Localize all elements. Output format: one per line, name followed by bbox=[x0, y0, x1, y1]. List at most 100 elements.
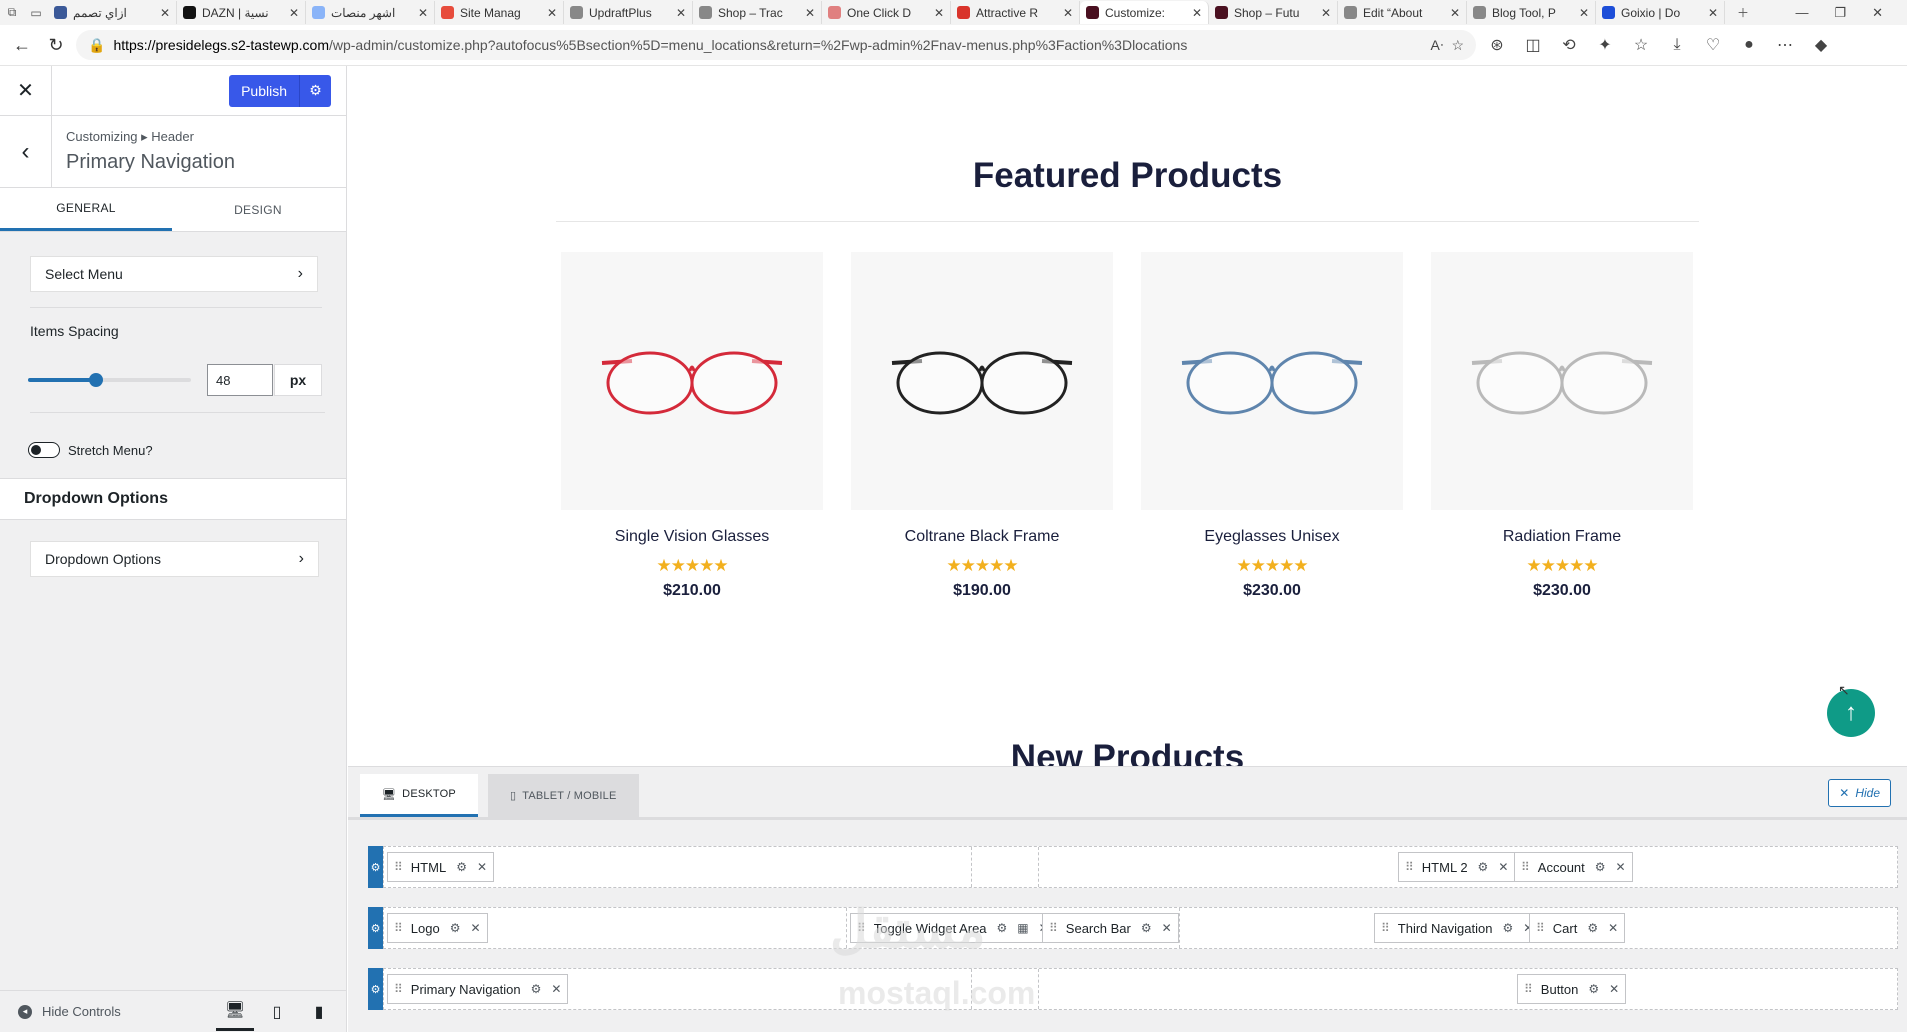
workspaces-icon[interactable]: ⧉ bbox=[0, 1, 24, 25]
close-icon[interactable]: ✕ bbox=[1162, 921, 1172, 935]
health-icon[interactable]: ♡ bbox=[1698, 31, 1728, 59]
copilot-icon[interactable]: ◆ bbox=[1806, 31, 1836, 59]
browser-tab[interactable]: اشهر منصات ✕ bbox=[306, 1, 435, 24]
row-settings-gear-icon[interactable]: ⚙ bbox=[368, 846, 383, 888]
tab-general[interactable]: GENERAL bbox=[0, 188, 172, 231]
slider-handle[interactable] bbox=[89, 373, 104, 387]
minimize-icon[interactable]: — bbox=[1795, 5, 1808, 21]
tablet-preview-icon[interactable]: ▯ bbox=[258, 993, 296, 1031]
builder-item-logo[interactable]: ⠿ Logo ⚙ ✕ bbox=[387, 913, 488, 943]
gear-icon[interactable]: ⚙ bbox=[531, 982, 542, 996]
tab-actions-icon[interactable]: ▭ bbox=[24, 1, 48, 25]
browser-tab[interactable]: Shop – Trac ✕ bbox=[693, 1, 822, 24]
extension-icon[interactable]: ⊛ bbox=[1482, 31, 1512, 59]
items-spacing-slider[interactable] bbox=[28, 373, 191, 387]
tab-close-icon[interactable]: ✕ bbox=[1579, 6, 1589, 20]
tab-close-icon[interactable]: ✕ bbox=[160, 6, 170, 20]
tab-close-icon[interactable]: ✕ bbox=[805, 6, 815, 20]
browser-tab[interactable]: One Click D ✕ bbox=[822, 1, 951, 24]
widgets-icon[interactable]: ▦ bbox=[1017, 921, 1028, 935]
product-name[interactable]: Eyeglasses Unisex bbox=[1141, 528, 1403, 546]
tab-close-icon[interactable]: ✕ bbox=[1063, 6, 1073, 20]
product-image[interactable] bbox=[1141, 252, 1403, 510]
browser-tab[interactable]: DAZN | نسية ✕ bbox=[177, 1, 306, 24]
tab-tablet-mobile[interactable]: ▯ TABLET / MOBILE bbox=[487, 774, 639, 817]
close-icon[interactable]: ✕ bbox=[1616, 860, 1626, 874]
gear-icon[interactable]: ⚙ bbox=[1502, 921, 1513, 935]
items-spacing-input[interactable]: 48 bbox=[207, 364, 273, 396]
browser-tab[interactable]: Attractive R ✕ bbox=[951, 1, 1080, 24]
tab-close-icon[interactable]: ✕ bbox=[676, 6, 686, 20]
gear-icon[interactable]: ⚙ bbox=[1478, 860, 1489, 874]
browser-tab[interactable]: ازاي تصمم ✕ bbox=[48, 1, 177, 24]
more-menu-icon[interactable]: ⋯ bbox=[1770, 31, 1800, 59]
drag-handle-icon[interactable]: ⠿ bbox=[1381, 921, 1390, 935]
gear-icon[interactable]: ⚙ bbox=[1141, 921, 1152, 935]
close-icon[interactable]: ✕ bbox=[1609, 982, 1619, 996]
items-spacing-unit[interactable]: px bbox=[274, 364, 322, 396]
builder-item-search-bar[interactable]: ⠿ Search Bar ⚙ ✕ bbox=[1042, 913, 1179, 943]
publish-button[interactable]: Publish ⚙ bbox=[229, 74, 331, 107]
refresh-icon[interactable]: ↻ bbox=[42, 31, 70, 59]
drag-handle-icon[interactable]: ⠿ bbox=[394, 860, 403, 874]
browser-tab[interactable]: Goixio | Do ✕ bbox=[1596, 1, 1725, 24]
drag-handle-icon[interactable]: ⠿ bbox=[1536, 921, 1545, 935]
tab-design[interactable]: DESIGN bbox=[172, 188, 344, 231]
gear-icon[interactable]: ⚙ bbox=[456, 860, 467, 874]
slot-center[interactable] bbox=[972, 969, 1039, 1009]
tab-close-icon[interactable]: ✕ bbox=[547, 6, 557, 20]
screenshot-icon[interactable]: ◫ bbox=[1518, 31, 1548, 59]
select-menu-button[interactable]: Select Menu › bbox=[30, 256, 318, 292]
row-settings-gear-icon[interactable]: ⚙ bbox=[368, 907, 383, 949]
product-card[interactable]: Single Vision Glasses ★★★★★ $210.00 bbox=[561, 252, 823, 600]
product-image[interactable] bbox=[561, 252, 823, 510]
builder-item-cart[interactable]: ⠿ Cart ⚙ ✕ bbox=[1529, 913, 1626, 943]
profile-avatar-icon[interactable]: ● bbox=[1734, 31, 1764, 59]
drag-handle-icon[interactable]: ⠿ bbox=[1405, 860, 1414, 874]
gear-icon[interactable]: ⚙ bbox=[1587, 921, 1598, 935]
hide-controls-icon[interactable]: ◂ bbox=[18, 1004, 32, 1019]
tab-close-icon[interactable]: ✕ bbox=[1708, 6, 1718, 20]
sync-icon[interactable]: ⟲ bbox=[1554, 31, 1584, 59]
product-image[interactable] bbox=[851, 252, 1113, 510]
slot-center[interactable] bbox=[972, 847, 1039, 887]
downloads-icon[interactable]: ⤓ bbox=[1662, 31, 1692, 59]
gear-icon[interactable]: ⚙ bbox=[1588, 982, 1599, 996]
close-customizer-icon[interactable]: ✕ bbox=[0, 65, 52, 116]
close-icon[interactable]: ✕ bbox=[1608, 921, 1618, 935]
product-name[interactable]: Single Vision Glasses bbox=[561, 528, 823, 546]
product-card[interactable]: Coltrane Black Frame ★★★★★ $190.00 bbox=[851, 252, 1113, 600]
window-close-icon[interactable]: ✕ bbox=[1872, 5, 1883, 21]
desktop-preview-icon[interactable]: 🖥 bbox=[216, 993, 254, 1031]
builder-item-primary-navigation[interactable]: ⠿ Primary Navigation ⚙ ✕ bbox=[387, 974, 569, 1004]
product-image[interactable] bbox=[1431, 252, 1693, 510]
tab-close-icon[interactable]: ✕ bbox=[289, 6, 299, 20]
product-name[interactable]: Radiation Frame bbox=[1431, 528, 1693, 546]
hide-controls-label[interactable]: Hide Controls bbox=[42, 1004, 121, 1019]
builder-item-html-2[interactable]: ⠿ HTML 2 ⚙ ✕ bbox=[1398, 852, 1516, 882]
tab-close-icon[interactable]: ✕ bbox=[1192, 6, 1202, 20]
builder-item-third-navigation[interactable]: ⠿Third Navigation⚙✕ bbox=[1374, 913, 1541, 943]
browser-tab[interactable]: UpdraftPlus ✕ bbox=[564, 1, 693, 24]
close-icon[interactable]: ✕ bbox=[1498, 860, 1508, 874]
tab-close-icon[interactable]: ✕ bbox=[934, 6, 944, 20]
browser-tab[interactable]: Customize: ✕ bbox=[1080, 1, 1209, 24]
drag-handle-icon[interactable]: ⠿ bbox=[1049, 921, 1058, 935]
builder-item-account[interactable]: ⠿ Account ⚙ ✕ bbox=[1514, 852, 1633, 882]
drag-handle-icon[interactable]: ⠿ bbox=[1524, 982, 1533, 996]
restore-icon[interactable]: ❐ bbox=[1834, 5, 1846, 21]
product-name[interactable]: Coltrane Black Frame bbox=[851, 528, 1113, 546]
gear-icon[interactable]: ⚙ bbox=[1595, 860, 1606, 874]
drag-handle-icon[interactable]: ⠿ bbox=[394, 982, 403, 996]
drag-handle-icon[interactable]: ⠿ bbox=[394, 921, 403, 935]
product-card[interactable]: Radiation Frame ★★★★★ $230.00 bbox=[1431, 252, 1693, 600]
builder-item-html[interactable]: ⠿ HTML ⚙ ✕ bbox=[387, 852, 495, 882]
read-aloud-icon[interactable]: Aᐧ bbox=[1431, 37, 1444, 54]
drag-handle-icon[interactable]: ⠿ bbox=[1521, 860, 1530, 874]
row-settings-gear-icon[interactable]: ⚙ bbox=[368, 968, 383, 1010]
tab-close-icon[interactable]: ✕ bbox=[418, 6, 428, 20]
close-icon[interactable]: ✕ bbox=[477, 860, 487, 874]
dropdown-options-button[interactable]: Dropdown Options › bbox=[30, 541, 319, 577]
new-tab-icon[interactable]: ＋ bbox=[1731, 1, 1755, 25]
favorite-star-icon[interactable]: ☆ bbox=[1451, 37, 1464, 54]
